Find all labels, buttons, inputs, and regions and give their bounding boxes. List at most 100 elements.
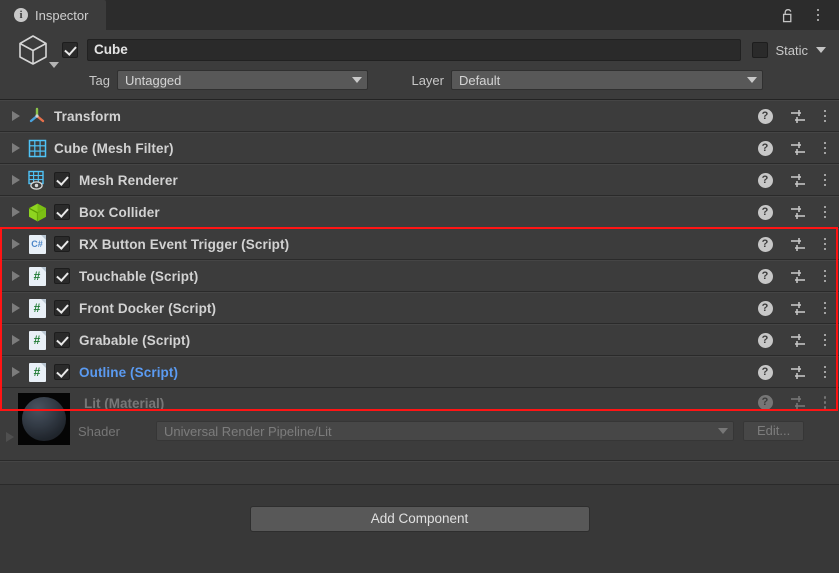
component-row-actions: ?	[757, 172, 839, 188]
layer-value: Default	[459, 72, 501, 88]
component-row[interactable]: # Grabable (Script)?	[0, 324, 839, 356]
component-enabled-checkbox[interactable]	[54, 364, 70, 380]
component-enabled-checkbox[interactable]	[54, 236, 70, 252]
preset-sliders-icon[interactable]	[790, 237, 807, 252]
component-name: RX Button Event Trigger (Script)	[79, 236, 290, 252]
component-enabled-checkbox[interactable]	[54, 268, 70, 284]
kebab-menu-icon[interactable]	[823, 365, 826, 379]
kebab-menu-icon[interactable]	[823, 269, 826, 283]
gameobject-enabled-checkbox[interactable]	[62, 42, 78, 58]
component-enabled-checkbox[interactable]	[54, 300, 70, 316]
tab-inspector[interactable]: i Inspector	[0, 0, 107, 30]
help-question-icon[interactable]: ?	[757, 236, 773, 252]
chevron-down-icon	[718, 428, 728, 434]
help-question-icon[interactable]: ?	[757, 268, 773, 284]
preset-sliders-icon[interactable]	[790, 269, 807, 284]
component-foldout-arrow-icon[interactable]	[6, 143, 26, 153]
preset-sliders-icon[interactable]	[790, 395, 807, 410]
preset-sliders-icon[interactable]	[790, 365, 807, 380]
help-question-icon[interactable]: ?	[757, 332, 773, 348]
static-chevron-down-icon[interactable]	[816, 47, 826, 53]
preset-sliders-icon[interactable]	[790, 141, 807, 156]
footer: Add Component	[0, 485, 839, 532]
component-name: Cube (Mesh Filter)	[54, 140, 174, 156]
preset-sliders-icon[interactable]	[790, 173, 807, 188]
layer-dropdown[interactable]: Default	[451, 70, 763, 90]
info-icon: i	[14, 8, 28, 22]
kebab-menu-icon[interactable]	[823, 396, 826, 409]
help-question-icon[interactable]: ?	[757, 108, 773, 124]
component-foldout-arrow-icon[interactable]	[6, 111, 26, 121]
add-component-button[interactable]: Add Component	[249, 506, 590, 532]
kebab-menu-icon[interactable]	[810, 6, 826, 24]
component-row[interactable]: Transform?	[0, 100, 839, 132]
component-foldout-arrow-icon[interactable]	[6, 271, 26, 281]
chevron-down-icon	[747, 77, 757, 83]
layer-label: Layer	[411, 72, 444, 88]
kebab-menu-icon[interactable]	[823, 141, 826, 155]
help-question-icon[interactable]: ?	[757, 300, 773, 316]
component-name: Touchable (Script)	[79, 268, 199, 284]
help-question-icon[interactable]: ?	[757, 204, 773, 220]
lock-open-icon[interactable]	[780, 6, 796, 24]
component-row[interactable]: # Touchable (Script)?	[0, 260, 839, 292]
static-checkbox[interactable]	[752, 42, 769, 58]
material-title: Lit (Material)	[84, 395, 165, 411]
material-foldout-arrow-icon[interactable]	[6, 432, 14, 442]
help-question-icon[interactable]: ?	[757, 364, 773, 380]
chevron-down-icon	[49, 62, 59, 68]
kebab-menu-icon[interactable]	[823, 237, 826, 251]
component-foldout-arrow-icon[interactable]	[6, 207, 26, 217]
component-enabled-checkbox[interactable]	[54, 204, 70, 220]
kebab-menu-icon[interactable]	[823, 109, 826, 123]
cube-wireframe-icon[interactable]	[16, 30, 62, 70]
static-label: Static	[775, 42, 808, 58]
component-foldout-arrow-icon[interactable]	[6, 367, 26, 377]
gameobject-name-input[interactable]: Cube	[87, 39, 742, 61]
help-question-icon[interactable]: ?	[757, 395, 773, 410]
help-question-icon[interactable]: ?	[757, 172, 773, 188]
tag-dropdown[interactable]: Untagged	[117, 70, 368, 90]
component-row-actions: ?	[757, 332, 839, 348]
material-header-row[interactable]: Lit (Material)	[0, 388, 839, 418]
component-row[interactable]: Mesh Renderer?	[0, 164, 839, 196]
component-row[interactable]: Box Collider?	[0, 196, 839, 228]
component-name: Mesh Renderer	[79, 172, 178, 188]
component-row[interactable]: C# RX Button Event Trigger (Script)?	[0, 228, 839, 260]
edit-shader-button[interactable]: Edit...	[743, 421, 805, 441]
chevron-down-icon	[352, 77, 362, 83]
component-row[interactable]: Cube (Mesh Filter)?	[0, 132, 839, 164]
component-row-actions: ?	[757, 108, 839, 124]
preset-sliders-icon[interactable]	[790, 109, 807, 124]
preset-sliders-icon[interactable]	[790, 333, 807, 348]
tag-value: Untagged	[125, 72, 182, 88]
transform-axis-icon	[26, 105, 48, 127]
component-enabled-checkbox[interactable]	[54, 172, 70, 188]
component-foldout-arrow-icon[interactable]	[6, 335, 26, 345]
component-foldout-arrow-icon[interactable]	[6, 239, 26, 249]
component-row-actions: ?	[757, 268, 839, 284]
hash-script-icon: #	[26, 265, 48, 287]
component-row[interactable]: # Front Docker (Script)?	[0, 292, 839, 324]
kebab-menu-icon[interactable]	[823, 333, 826, 347]
preset-sliders-icon[interactable]	[790, 301, 807, 316]
shader-value: Universal Render Pipeline/Lit	[164, 423, 332, 439]
component-enabled-checkbox[interactable]	[54, 332, 70, 348]
component-foldout-arrow-icon[interactable]	[6, 303, 26, 313]
mesh-renderer-eye-icon	[26, 169, 48, 191]
help-question-icon[interactable]: ?	[757, 140, 773, 156]
component-name: Outline (Script)	[79, 364, 179, 380]
component-row-actions: ?	[757, 204, 839, 220]
component-foldout-arrow-icon[interactable]	[6, 175, 26, 185]
kebab-menu-icon[interactable]	[823, 205, 826, 219]
component-row[interactable]: # Outline (Script)?	[0, 356, 839, 388]
component-row-actions: ?	[757, 236, 839, 252]
kebab-menu-icon[interactable]	[823, 173, 826, 187]
gameobject-name-row: Cube Static	[10, 35, 826, 68]
kebab-menu-icon[interactable]	[823, 301, 826, 315]
shader-dropdown[interactable]: Universal Render Pipeline/Lit	[156, 421, 734, 441]
preset-sliders-icon[interactable]	[790, 205, 807, 220]
tab-bar-actions	[780, 0, 839, 30]
hash-script-icon: #	[26, 297, 48, 319]
component-row-actions: ?	[757, 140, 839, 156]
